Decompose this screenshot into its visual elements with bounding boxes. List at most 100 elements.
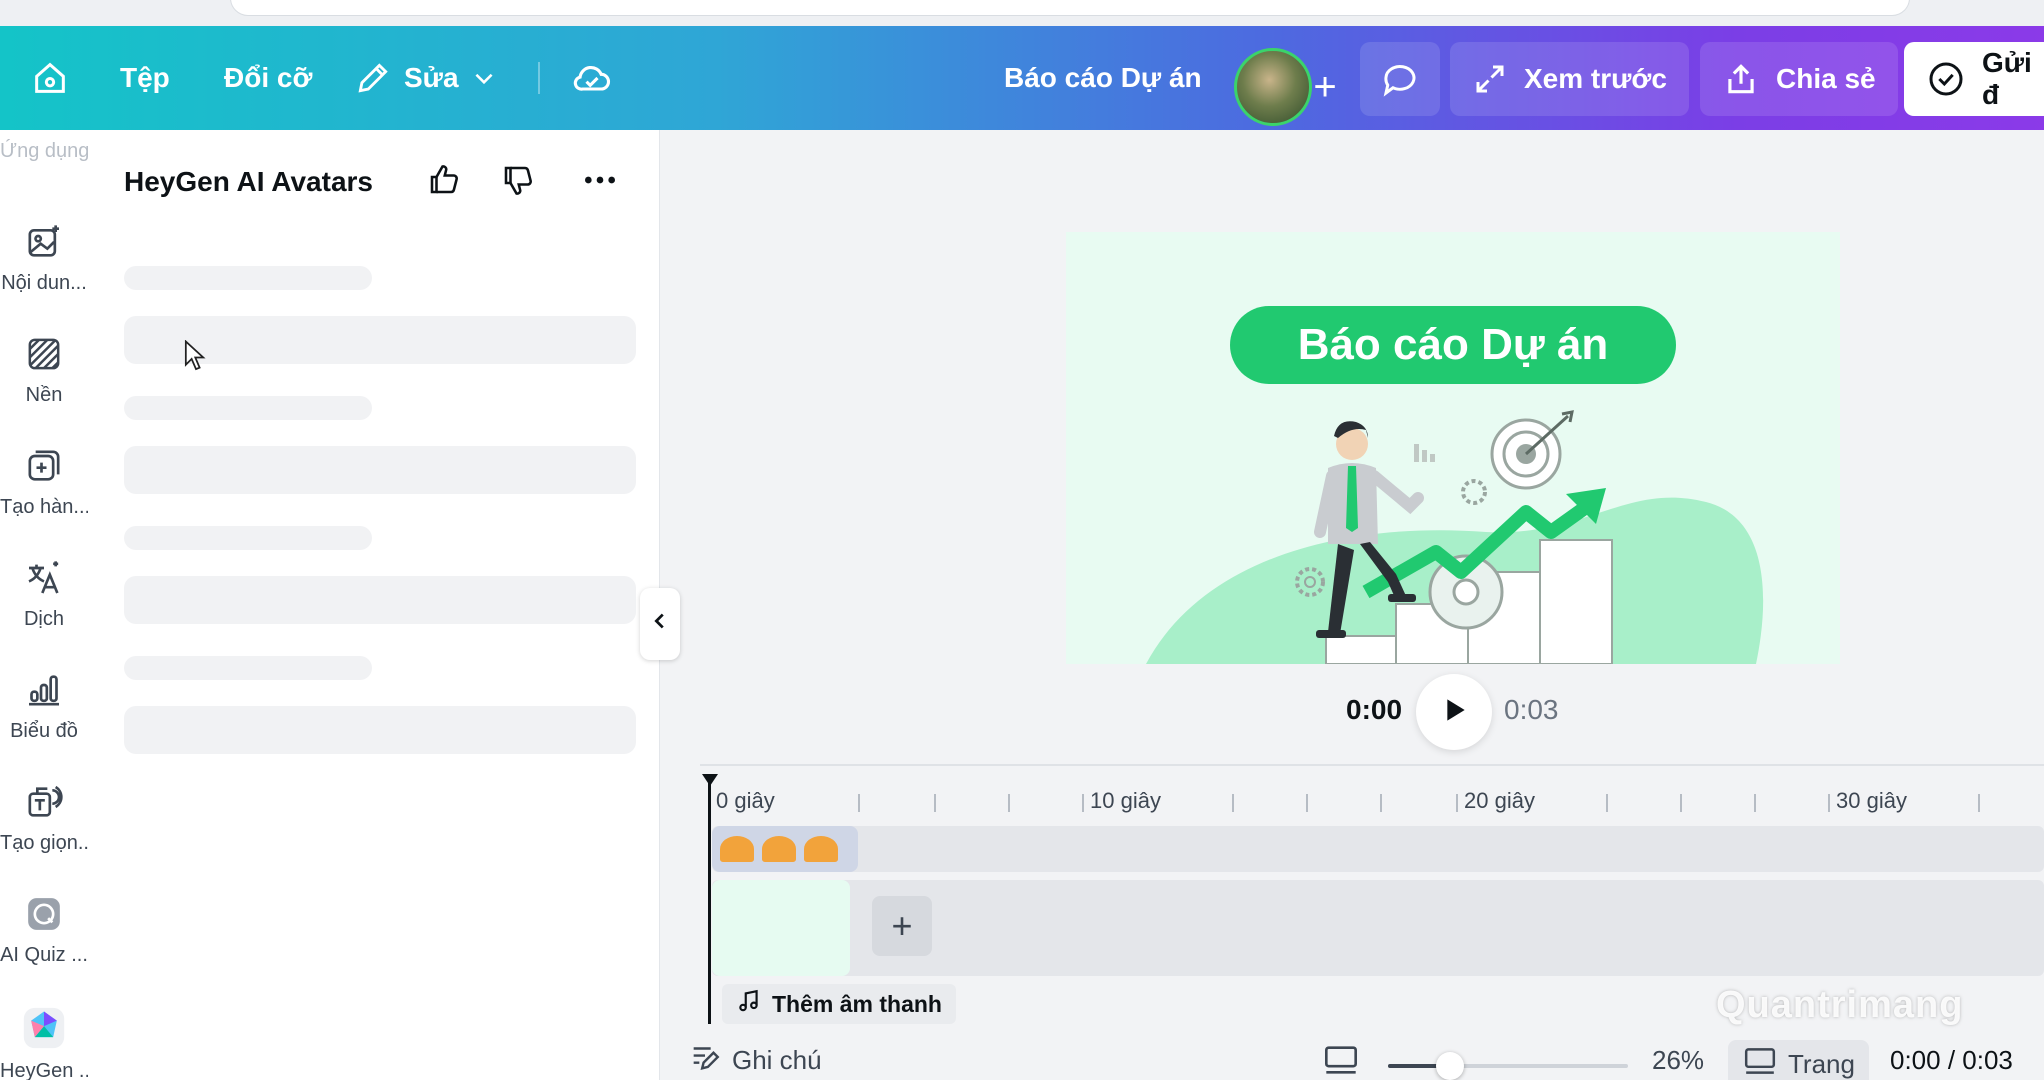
rail-item-voice[interactable]: Tạo giọn... bbox=[0, 782, 95, 855]
rail-item-quiz[interactable]: AI Quiz ... bbox=[0, 894, 88, 967]
tick-label: 20 giây bbox=[1464, 788, 1535, 813]
tick bbox=[934, 794, 936, 812]
heygen-icon bbox=[0, 1006, 88, 1050]
pages-icon bbox=[1742, 1045, 1778, 1080]
current-time: 0:00 bbox=[1346, 694, 1403, 725]
rail-item-charts[interactable]: Biểu đồ bbox=[0, 670, 88, 743]
rail-item-label: Tạo giọn... bbox=[0, 832, 95, 854]
resize-menu[interactable]: Đổi cỡ bbox=[224, 26, 312, 130]
play-icon bbox=[1438, 694, 1470, 731]
rail-item-translate[interactable]: Dịch bbox=[0, 558, 88, 631]
notes-button[interactable]: Ghi chú bbox=[688, 1040, 822, 1080]
pages-button[interactable]: Trang bbox=[1728, 1040, 1869, 1080]
voice-icon bbox=[0, 782, 88, 822]
rail-item-label: Tạo hàn... bbox=[0, 496, 91, 518]
submit-button[interactable]: Gửi đ bbox=[1904, 42, 2044, 116]
bottom-bar: Ghi chú 26% Trang 0:00 / 0:03 bbox=[660, 1040, 2044, 1080]
add-collaborator-button[interactable]: + bbox=[1290, 52, 1360, 122]
loading-placeholder bbox=[124, 266, 372, 290]
time-readout: 0:00 / 0:03 bbox=[1890, 1044, 2013, 1075]
rail-item-label: HeyGen ... bbox=[0, 1060, 96, 1080]
tick bbox=[1380, 794, 1382, 812]
home-icon[interactable] bbox=[30, 26, 70, 130]
icon-rail: Ứng dụng Nội dun... Nền Tạo hàn... Dịch bbox=[0, 130, 96, 1080]
page-clip[interactable] bbox=[712, 880, 850, 976]
project-title[interactable]: Báo cáo Dự án bbox=[1004, 26, 1202, 130]
tick bbox=[1754, 794, 1756, 812]
submit-label: Gửi đ bbox=[1982, 47, 2032, 110]
tick bbox=[1828, 794, 1830, 812]
watermark-logo: Quantrimang bbox=[1716, 984, 1964, 1026]
fit-screen-icon[interactable] bbox=[1322, 1040, 1360, 1080]
tick bbox=[1456, 794, 1458, 812]
rail-item-background[interactable]: Nền bbox=[0, 334, 88, 407]
business-growth-illustration bbox=[1146, 410, 1764, 664]
pencil-icon bbox=[354, 59, 392, 97]
rail-item-label: Nền bbox=[25, 384, 63, 406]
clip-thumbnail bbox=[720, 836, 754, 862]
cloud-check-icon[interactable] bbox=[570, 26, 614, 130]
rail-item-heygen[interactable]: HeyGen ... bbox=[0, 1006, 96, 1080]
total-time: 0:03 bbox=[1504, 694, 1559, 725]
rail-item-label: Ứng dụng bbox=[0, 140, 90, 162]
translate-icon bbox=[0, 558, 88, 598]
rail-item-content[interactable]: Nội dun... bbox=[0, 222, 88, 295]
play-button[interactable] bbox=[1416, 674, 1492, 750]
playhead[interactable] bbox=[708, 774, 711, 1024]
loading-placeholder bbox=[124, 526, 372, 550]
file-menu[interactable]: Tệp bbox=[120, 26, 170, 130]
tick bbox=[1978, 794, 1980, 812]
collapse-panel-button[interactable] bbox=[640, 588, 680, 660]
tick-label: 10 giây bbox=[1090, 788, 1161, 813]
tick-label: 0 giây bbox=[716, 788, 775, 813]
share-label: Chia sẻ bbox=[1776, 63, 1876, 94]
magic-image-icon bbox=[0, 222, 88, 262]
toolbar-divider bbox=[538, 62, 540, 94]
more-icon[interactable] bbox=[580, 160, 620, 200]
loading-placeholder bbox=[124, 446, 636, 494]
rail-item-label: Nội dun... bbox=[1, 272, 87, 294]
tick bbox=[1082, 794, 1084, 812]
check-circle-icon bbox=[1926, 59, 1966, 99]
mouse-cursor-icon bbox=[184, 339, 208, 377]
zoom-slider-handle[interactable] bbox=[1436, 1052, 1464, 1080]
chevron-left-icon bbox=[649, 610, 671, 638]
chevron-down-icon bbox=[471, 65, 497, 91]
loading-placeholder bbox=[124, 396, 372, 420]
add-page-button[interactable]: + bbox=[872, 896, 932, 956]
edit-menu[interactable]: Sửa bbox=[354, 26, 497, 130]
preview-label: Xem trước bbox=[1524, 63, 1667, 94]
music-note-icon bbox=[736, 988, 762, 1020]
browser-chrome bbox=[0, 0, 2044, 26]
thumbs-down-icon[interactable] bbox=[498, 160, 538, 200]
notes-icon bbox=[688, 1040, 722, 1080]
tick bbox=[1606, 794, 1608, 812]
address-bar[interactable] bbox=[230, 0, 1910, 16]
add-audio-label: Thêm âm thanh bbox=[772, 990, 942, 1017]
slide-canvas[interactable]: Báo cáo Dự án bbox=[1066, 232, 1840, 664]
timeline-divider bbox=[700, 764, 2044, 766]
share-button[interactable]: Chia sẻ bbox=[1700, 42, 1898, 116]
tick-label: 30 giây bbox=[1836, 788, 1907, 813]
avatar-clip[interactable] bbox=[712, 826, 858, 872]
rail-item-create[interactable]: Tạo hàn... bbox=[0, 446, 91, 519]
pages-label: Trang bbox=[1788, 1048, 1855, 1079]
edit-label: Sửa bbox=[404, 62, 459, 93]
top-bar: Tệp Đổi cỡ Sửa Báo cáo Dự án + Xem trước… bbox=[0, 26, 2044, 130]
tick bbox=[1008, 794, 1010, 812]
comment-icon bbox=[1379, 58, 1421, 100]
loading-placeholder bbox=[124, 576, 636, 624]
loading-placeholder bbox=[124, 656, 372, 680]
thumbs-up-icon[interactable] bbox=[424, 160, 464, 200]
add-audio-button[interactable]: Thêm âm thanh bbox=[722, 984, 956, 1024]
loading-placeholder bbox=[124, 706, 636, 754]
preview-button[interactable]: Xem trước bbox=[1450, 42, 1689, 116]
clip-thumbnail bbox=[804, 836, 838, 862]
zoom-value[interactable]: 26% bbox=[1652, 1040, 1704, 1080]
tick bbox=[1232, 794, 1234, 812]
expand-icon bbox=[1472, 61, 1508, 97]
comment-button[interactable] bbox=[1360, 42, 1440, 116]
app-root: Tệp Đổi cỡ Sửa Báo cáo Dự án + Xem trước… bbox=[0, 0, 2044, 1080]
quiz-icon bbox=[0, 894, 88, 934]
rail-item-apps[interactable]: Ứng dụng bbox=[0, 140, 90, 163]
